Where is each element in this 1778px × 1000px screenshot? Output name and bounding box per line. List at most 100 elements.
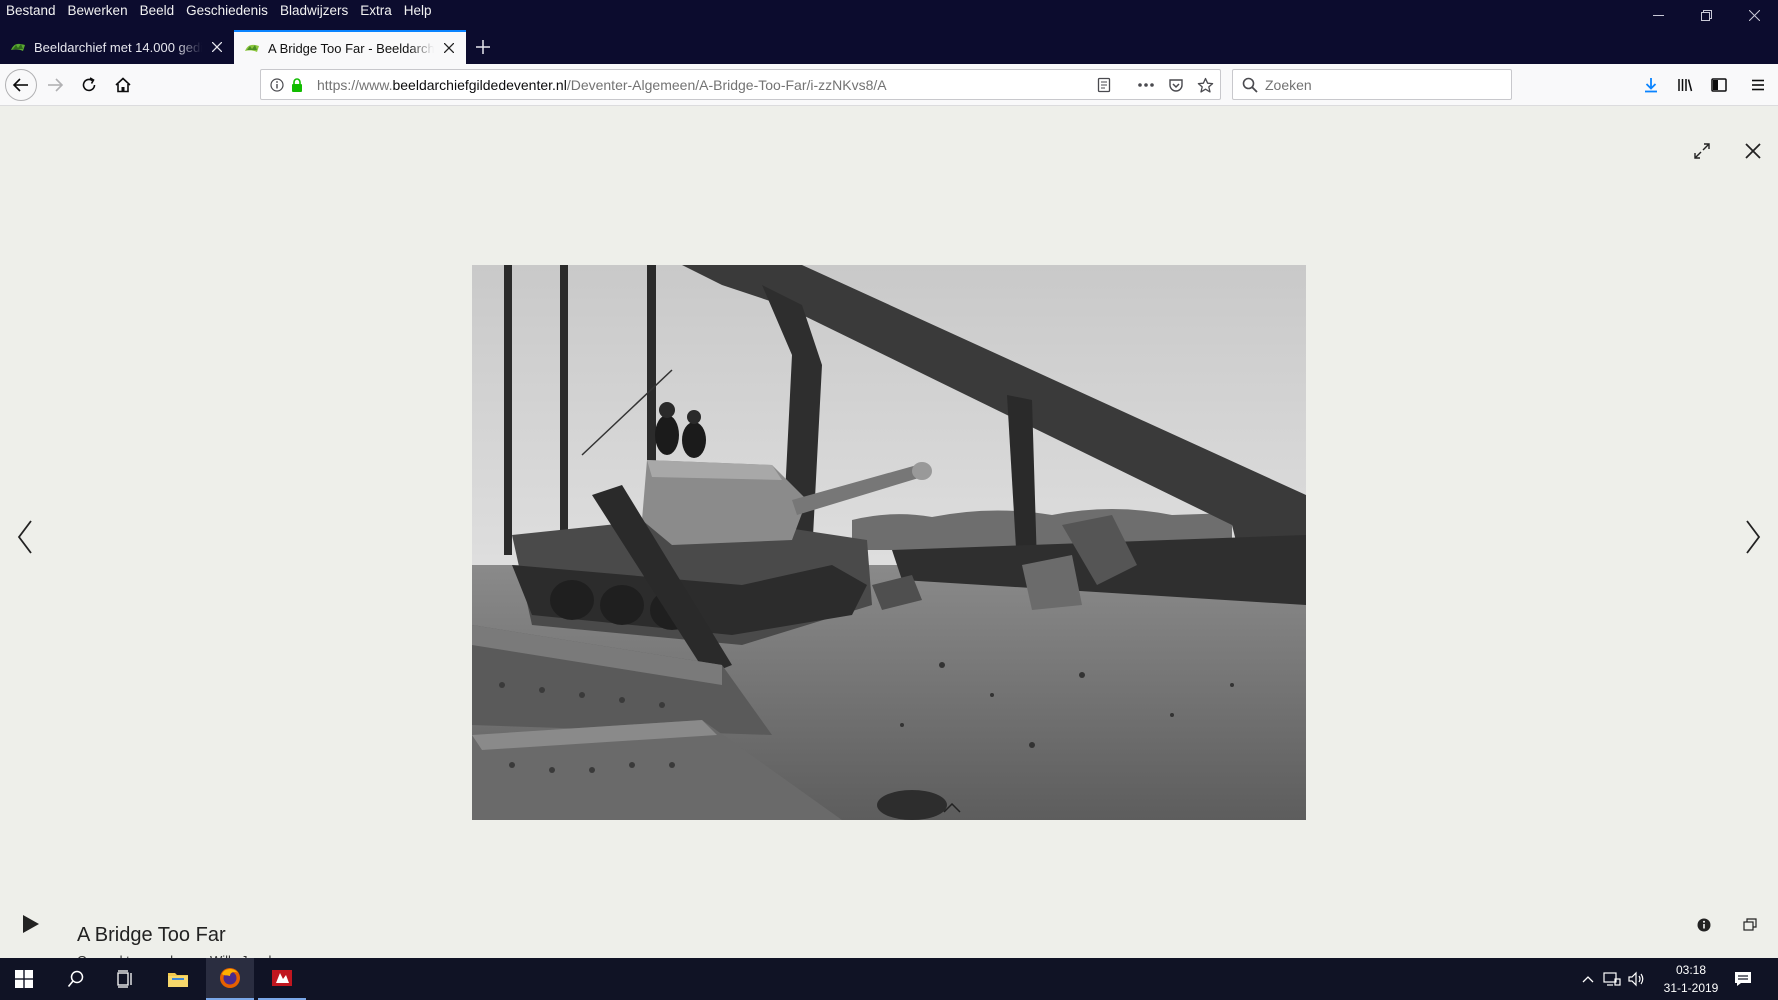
search-placeholder: Zoeken [1265, 77, 1312, 93]
share-icon [1743, 918, 1757, 931]
reload-button[interactable] [73, 69, 105, 101]
arrow-right-icon [48, 78, 64, 92]
main-photo[interactable] [472, 265, 1306, 820]
close-window-button[interactable] [1730, 0, 1778, 30]
tab-close-button[interactable] [208, 38, 226, 56]
play-icon [23, 915, 39, 933]
sidebar-button[interactable] [1703, 69, 1735, 101]
close-icon [1745, 143, 1761, 159]
restore-icon [1700, 9, 1712, 21]
info-icon[interactable] [268, 76, 286, 94]
photo-share-button[interactable] [1740, 915, 1760, 935]
tab-a-bridge-too-far[interactable]: A Bridge Too Far - Beeldarchief Gilde De… [234, 30, 466, 64]
menu-help[interactable]: Help [398, 0, 438, 22]
close-icon [212, 42, 222, 52]
menu-beeld[interactable]: Beeld [134, 0, 181, 22]
reload-icon [82, 77, 96, 92]
search-bar[interactable]: Zoeken [1232, 69, 1512, 100]
menu-bestand[interactable]: Bestand [0, 0, 62, 22]
url-text[interactable]: https://www.beeldarchiefgildedeventer.nl… [317, 77, 887, 93]
url-path: /Deventer-Algemeen/A-Bridge-Too-Far/i-zz… [566, 77, 887, 93]
site-favicon-icon [245, 44, 259, 52]
network-tray-icon[interactable] [1602, 969, 1622, 989]
tab-strip: Beeldarchief met 14.000 gedigitaliseerde… [0, 30, 500, 64]
home-icon [115, 77, 131, 93]
pocket-icon[interactable] [1167, 76, 1185, 94]
close-icon [444, 43, 454, 53]
windows-taskbar: 03:18 31-1-2019 [0, 958, 1778, 1000]
menubar: Bestand Bewerken Beeld Geschiedenis Blad… [0, 0, 438, 22]
menu-extra[interactable]: Extra [354, 0, 398, 22]
search-icon [1242, 77, 1258, 93]
action-center-button[interactable] [1733, 969, 1753, 989]
next-photo-button[interactable] [1740, 517, 1766, 557]
sidebar-icon [1711, 78, 1727, 92]
reader-view-icon[interactable] [1095, 76, 1113, 94]
tab-beeldarchief[interactable]: Beeldarchief met 14.000 gedigitaliseerde [0, 30, 234, 64]
photo-info-button[interactable] [1694, 915, 1714, 935]
url-domain: beeldarchiefgildedeventer.nl [392, 77, 567, 93]
lock-icon[interactable] [288, 76, 306, 94]
library-icon [1678, 79, 1693, 92]
home-button[interactable] [107, 69, 139, 101]
open-menu-button[interactable] [1742, 69, 1774, 101]
minimize-icon [1652, 14, 1664, 16]
show-hidden-icons-button[interactable] [1578, 969, 1598, 989]
menu-bewerken[interactable]: Bewerken [62, 0, 134, 22]
firefox-taskbar-button[interactable] [206, 958, 254, 1000]
tab-label: Beeldarchief met 14.000 gedigitaliseerde [34, 39, 202, 55]
app-icon [272, 970, 292, 986]
menu-bladwijzers[interactable]: Bladwijzers [274, 0, 354, 22]
downloads-button[interactable] [1635, 69, 1667, 101]
back-button[interactable] [5, 69, 37, 101]
task-view-button[interactable] [101, 958, 149, 1000]
app-taskbar-button[interactable] [258, 958, 306, 1000]
restore-button[interactable] [1682, 0, 1730, 30]
url-prefix: https://www. [317, 77, 393, 93]
navigation-toolbar: https://www.beeldarchiefgildedeventer.nl… [0, 64, 1778, 106]
lightbox-viewer: A Bridge Too Far Gemaakt op ... door ...… [0, 107, 1778, 958]
tab-close-button[interactable] [440, 39, 458, 57]
browser-titlebar: Bestand Bewerken Beeld Geschiedenis Blad… [0, 0, 1778, 64]
menu-geschiedenis[interactable]: Geschiedenis [180, 0, 274, 22]
window-controls [1634, 0, 1778, 30]
bookmark-star-icon[interactable] [1196, 76, 1214, 94]
new-tab-button[interactable] [466, 30, 500, 64]
notification-icon [1735, 972, 1751, 986]
chevron-right-icon [1746, 520, 1761, 554]
forward-button[interactable] [39, 69, 71, 101]
file-explorer-taskbar-button[interactable] [154, 958, 202, 1000]
close-lightbox-button[interactable] [1741, 139, 1765, 163]
arrow-left-icon [12, 78, 28, 92]
close-icon [1748, 9, 1760, 21]
start-button[interactable] [0, 958, 48, 1000]
search-icon [67, 970, 84, 988]
fullscreen-button[interactable] [1690, 139, 1714, 163]
chevron-up-icon [1582, 976, 1594, 983]
speaker-icon [1628, 971, 1644, 987]
taskbar-search-button[interactable] [52, 958, 100, 1000]
site-favicon-icon [11, 43, 25, 51]
photo-title: A Bridge Too Far [77, 924, 226, 946]
clock-time: 03:18 [1675, 963, 1707, 977]
previous-photo-button[interactable] [12, 517, 38, 557]
more-actions-icon[interactable] [1137, 76, 1155, 94]
windows-logo-icon [15, 970, 33, 988]
hamburger-menu-icon [1752, 79, 1764, 91]
show-details-button[interactable] [940, 799, 964, 817]
chevron-up-icon [943, 803, 961, 813]
slideshow-play-button[interactable] [19, 912, 43, 936]
download-icon [1645, 78, 1657, 93]
folder-icon [168, 973, 188, 987]
library-button[interactable] [1669, 69, 1701, 101]
network-icon [1603, 972, 1621, 986]
url-bar[interactable]: https://www.beeldarchiefgildedeventer.nl… [260, 69, 1221, 100]
tank-on-bridge-photo [472, 265, 1306, 820]
volume-tray-icon[interactable] [1627, 969, 1647, 989]
tab-label: A Bridge Too Far - Beeldarchief Gilde De… [268, 40, 434, 56]
taskbar-clock[interactable]: 03:18 31-1-2019 [1656, 961, 1726, 997]
task-view-icon [117, 970, 132, 988]
minimize-button[interactable] [1634, 0, 1682, 30]
info-icon [1697, 918, 1711, 932]
chevron-left-icon [17, 520, 32, 554]
